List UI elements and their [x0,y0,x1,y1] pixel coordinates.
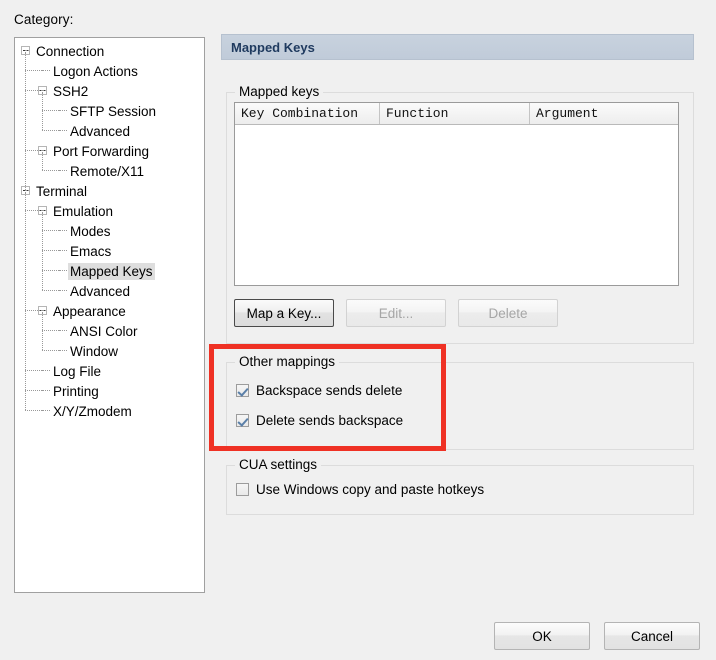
tree-connector-line [42,390,50,392]
tree-item-label: Log File [53,363,102,379]
tree-connector-line [25,52,27,190]
tree-connector-line [25,410,42,412]
mapped-keys-table-header: Key Combination Function Argument [235,103,678,125]
tree-item-label: Mapped Keys [68,262,155,280]
tree-connector-line [59,270,67,272]
tree-item-label: Emulation [53,203,114,219]
tree-item-label: ANSI Color [70,323,138,339]
checkbox-label: Use Windows copy and paste hotkeys [256,482,485,497]
tree-item-label: X/Y/Zmodem [53,403,132,419]
tree-connector-line [59,250,67,252]
tree-connector-line [25,370,42,372]
tree-item-label: Remote/X11 [70,163,145,179]
tree-connector-line [59,330,67,332]
column-header-key-combination[interactable]: Key Combination [235,103,380,124]
map-a-key-button[interactable]: Map a Key... [234,299,334,327]
empty-checkbox-icon[interactable] [236,483,249,496]
tree-connector-line [25,150,42,152]
tree-item-label: Appearance [53,303,126,319]
checkbox-label: Delete sends backspace [256,413,404,428]
column-header-function[interactable]: Function [380,103,530,124]
tree-connector-line [59,110,67,112]
tree-connector-line [25,310,42,312]
tree-connector-line [42,212,44,290]
tree-connector-line [59,290,67,292]
tree-connector-line [42,70,50,72]
tree-item-label: Advanced [70,123,131,139]
pane-header-title: Mapped Keys [221,34,694,60]
tree-connector-line [42,92,44,130]
tree-connector-line [42,110,59,112]
tree-item-label: Terminal [36,183,88,199]
other-mappings-group: Other mappings [226,354,694,450]
mapped-keys-table-body[interactable] [235,125,678,285]
tree-connector-line [42,152,44,170]
tree-item-label: Advanced [70,283,131,299]
tree-item-connection[interactable]: Connection [15,41,204,61]
tree-item-label: Window [70,343,119,359]
tree-connector-line [25,210,42,212]
column-header-argument[interactable]: Argument [530,103,678,124]
tree-connector-line [25,390,42,392]
tree-connector-line [42,410,50,412]
tree-item-label: Logon Actions [53,63,138,79]
mapped-keys-listbox[interactable]: Key Combination Function Argument [234,102,679,286]
tree-connector-line [42,130,59,132]
edit-button[interactable]: Edit... [346,299,446,327]
cancel-button[interactable]: Cancel [604,622,700,650]
tree-item-terminal[interactable]: Terminal [15,181,204,201]
tree-item-label: Modes [70,223,111,239]
tree-connector-line [42,350,59,352]
tree-item-label: Connection [36,43,105,59]
tree-item-label: SFTP Session [70,103,157,119]
tree-connector-line [42,312,44,350]
category-label: Category: [14,12,74,27]
tree-connector-line [25,90,42,92]
category-tree-panel[interactable]: Connection Logon Actions SSH2 SFTP Session A… [14,37,205,593]
tree-connector-line [42,330,59,332]
delete-button[interactable]: Delete [458,299,558,327]
checkmark-icon[interactable] [236,414,249,427]
tree-connector-line [42,270,59,272]
ok-button[interactable]: OK [494,622,590,650]
category-tree[interactable]: Connection Logon Actions SSH2 SFTP Session A… [15,38,204,421]
other-mappings-group-title: Other mappings [235,354,340,369]
tree-connector-line [25,70,42,72]
tree-item-label: SSH2 [53,83,89,99]
tree-item-label: Emacs [70,243,112,259]
checkmark-icon[interactable] [236,384,249,397]
checkbox-delete-sends-backspace[interactable]: Delete sends backspace [236,413,403,428]
tree-item-label: Printing [53,383,99,399]
tree-connector-line [59,170,67,172]
tree-connector-line [25,192,27,410]
tree-connector-line [42,230,59,232]
tree-item-label: Port Forwarding [53,143,150,159]
tree-connector-line [42,170,59,172]
tree-connector-line [42,370,50,372]
checkbox-backspace-sends-delete[interactable]: Backspace sends delete [236,383,402,398]
checkbox-label: Backspace sends delete [256,383,403,398]
tree-connector-line [42,250,59,252]
tree-connector-line [59,350,67,352]
tree-connector-line [59,130,67,132]
checkbox-use-windows-copy-paste-hotkeys[interactable]: Use Windows copy and paste hotkeys [236,482,484,497]
cua-settings-group-title: CUA settings [235,457,322,472]
tree-connector-line [59,230,67,232]
mapped-keys-group-title: Mapped keys [235,84,324,99]
tree-connector-line [42,290,59,292]
